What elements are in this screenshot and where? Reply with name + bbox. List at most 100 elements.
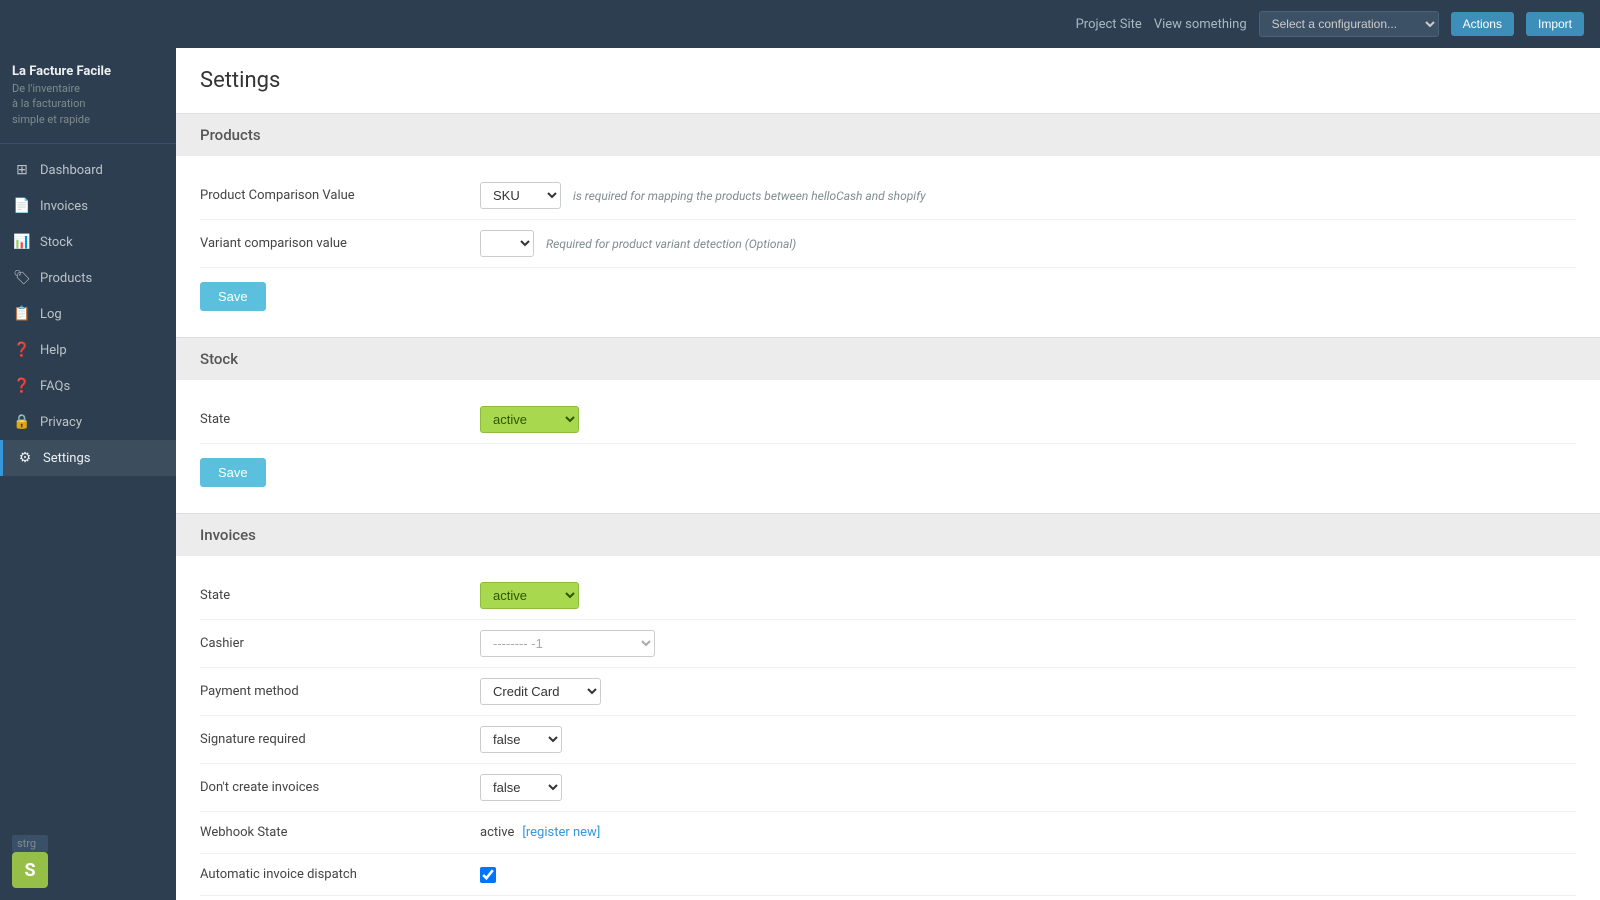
stock-state-select[interactable]: active inactive [480, 406, 579, 433]
webhook-control: active [register new] [480, 825, 600, 840]
sidebar-nav: ⊞ Dashboard 📄 Invoices 📊 Stock 🏷 Product… [0, 144, 176, 823]
sidebar-item-label: Settings [43, 451, 90, 466]
auto-dispatch-label: Automatic invoice dispatch [200, 867, 480, 882]
sidebar-item-label: Log [40, 307, 62, 322]
stock-icon: 📊 [14, 234, 30, 250]
sidebar-item-stock[interactable]: 📊 Stock [0, 224, 176, 260]
strg-label: strg [12, 835, 48, 852]
variant-comparison-select[interactable] [480, 230, 534, 257]
sidebar-item-label: Dashboard [40, 163, 103, 178]
faqs-icon: ❓ [14, 378, 30, 394]
invoices-state-select[interactable]: active inactive [480, 582, 579, 609]
page-header: Settings [176, 48, 1600, 114]
dont-create-label: Don't create invoices [200, 780, 480, 795]
dont-create-row: Don't create invoices false true [200, 764, 1576, 812]
webhook-register-link[interactable]: [register new] [522, 825, 600, 840]
sidebar-item-help[interactable]: ❓ Help [0, 332, 176, 368]
product-comparison-row: Product Comparison Value SKU is required… [200, 172, 1576, 220]
products-save-row: Save [200, 268, 1576, 321]
auto-dispatch-control [480, 867, 496, 883]
settings-icon: ⚙ [17, 450, 33, 466]
variant-comparison-row: Variant comparison value Required for pr… [200, 220, 1576, 268]
invoices-section-header: Invoices [176, 514, 1600, 556]
invoices-state-control: active inactive [480, 582, 579, 609]
variant-comparison-control: Required for product variant detection (… [480, 230, 796, 257]
sidebar-item-log[interactable]: 📋 Log [0, 296, 176, 332]
stock-section-header: Stock [176, 338, 1600, 380]
topbar-view-item: View something [1154, 17, 1247, 32]
invoices-state-label: State [200, 588, 480, 603]
cashier-label: Cashier [200, 636, 480, 651]
auto-dispatch-row: Automatic invoice dispatch [200, 854, 1576, 896]
topbar-config-select[interactable]: Select a configuration... [1259, 11, 1439, 37]
payment-method-label: Payment method [200, 684, 480, 699]
privacy-icon: 🔒 [14, 414, 30, 430]
log-icon: 📋 [14, 306, 30, 322]
brand-sub3: simple et rapide [12, 112, 164, 127]
sidebar-item-label: Products [40, 271, 92, 286]
product-comparison-hint: is required for mapping the products bet… [573, 189, 926, 203]
stock-section: Stock State active inactive Save [176, 338, 1600, 514]
signature-label: Signature required [200, 732, 480, 747]
sidebar-item-faqs[interactable]: ❓ FAQs [0, 368, 176, 404]
payment-method-control: Credit Card Cash [480, 678, 601, 705]
dont-create-select[interactable]: false true [480, 774, 562, 801]
help-icon: ❓ [14, 342, 30, 358]
sidebar-item-label: Invoices [40, 199, 88, 214]
dashboard-icon: ⊞ [14, 162, 30, 178]
topbar-import-button[interactable]: Import [1526, 12, 1584, 36]
shopify-s-icon: S [12, 852, 48, 888]
sidebar-item-label: Stock [40, 235, 73, 250]
brand-sub2: à la facturation [12, 96, 164, 111]
product-comparison-select[interactable]: SKU [480, 182, 561, 209]
sidebar-item-label: Help [40, 343, 67, 358]
sidebar-item-products[interactable]: 🏷 Products [0, 260, 176, 296]
cashier-select[interactable]: -------- -1 [480, 630, 655, 657]
signature-select[interactable]: false true [480, 726, 562, 753]
invoices-icon: 📄 [14, 198, 30, 214]
sidebar-item-label: Privacy [40, 415, 82, 430]
invoices-section: Invoices State active inactive Cashier [176, 514, 1600, 900]
topbar-project-site: Project Site [1076, 17, 1142, 32]
stock-save-button[interactable]: Save [200, 458, 266, 487]
sidebar-item-label: FAQs [40, 379, 70, 394]
sidebar-item-privacy[interactable]: 🔒 Privacy [0, 404, 176, 440]
product-comparison-label: Product Comparison Value [200, 188, 480, 203]
products-icon: 🏷 [14, 270, 30, 286]
payment-method-row: Payment method Credit Card Cash [200, 668, 1576, 716]
auto-dispatch-checkbox[interactable] [480, 867, 496, 883]
payment-method-select[interactable]: Credit Card Cash [480, 678, 601, 705]
webhook-row: Webhook State active [register new] [200, 812, 1576, 854]
sidebar-brand: La Facture Facile De l'inventaire à la f… [0, 48, 176, 144]
stock-save-row: Save [200, 444, 1576, 497]
layout: La Facture Facile De l'inventaire à la f… [0, 48, 1600, 900]
invoices-section-body: State active inactive Cashier -------- -… [176, 556, 1600, 900]
sidebar-item-invoices[interactable]: 📄 Invoices [0, 188, 176, 224]
topbar: Project Site View something Select a con… [0, 0, 1600, 48]
page-title: Settings [200, 68, 1576, 93]
stock-section-body: State active inactive Save [176, 380, 1600, 513]
products-section-body: Product Comparison Value SKU is required… [176, 156, 1600, 337]
webhook-label: Webhook State [200, 825, 480, 840]
sidebar: La Facture Facile De l'inventaire à la f… [0, 48, 176, 900]
signature-control: false true [480, 726, 562, 753]
webhook-state: active [register new] [480, 825, 600, 840]
invoices-state-row: State active inactive [200, 572, 1576, 620]
product-comparison-control: SKU is required for mapping the products… [480, 182, 926, 209]
cashier-control: -------- -1 [480, 630, 655, 657]
signature-row: Signature required false true [200, 716, 1576, 764]
sidebar-item-settings[interactable]: ⚙ Settings [0, 440, 176, 476]
dont-create-control: false true [480, 774, 562, 801]
products-section: Products Product Comparison Value SKU is… [176, 114, 1600, 338]
stock-state-label: State [200, 412, 480, 427]
variant-comparison-hint: Required for product variant detection (… [546, 237, 796, 251]
topbar-actions-button[interactable]: Actions [1451, 12, 1514, 36]
brand-sub1: De l'inventaire [12, 81, 164, 96]
sidebar-item-dashboard[interactable]: ⊞ Dashboard [0, 152, 176, 188]
main-content: Settings Products Product Comparison Val… [176, 48, 1600, 900]
variant-comparison-label: Variant comparison value [200, 236, 480, 251]
products-save-button[interactable]: Save [200, 282, 266, 311]
brand-title: La Facture Facile [12, 64, 164, 79]
webhook-state-text: active [480, 825, 514, 840]
stock-state-control: active inactive [480, 406, 579, 433]
